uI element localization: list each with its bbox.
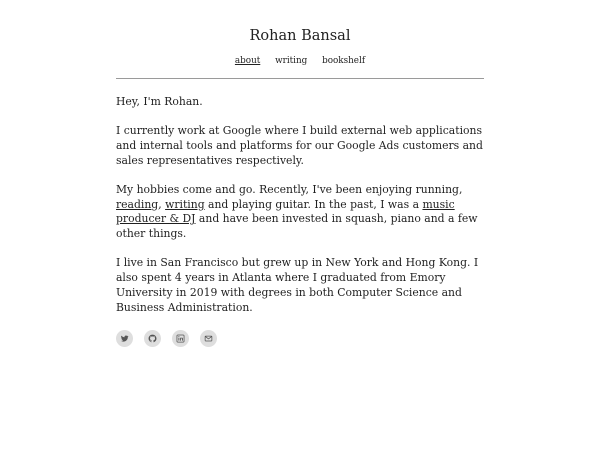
- work-paragraph: I currently work at Google where I build…: [116, 124, 483, 167]
- email-icon: [204, 334, 213, 343]
- github-link[interactable]: [144, 329, 161, 347]
- about-content: Hey, I'm Rohan. I currently work at Goog…: [116, 95, 484, 347]
- nav-bookshelf-link[interactable]: bookshelf: [322, 56, 365, 66]
- main-nav: about writing bookshelf: [116, 56, 484, 67]
- hobbies-text-1: My hobbies come and go. Recently, I've b…: [116, 183, 463, 196]
- twitter-icon: [120, 334, 129, 343]
- email-link[interactable]: [200, 329, 217, 347]
- nav-about-link[interactable]: about: [235, 56, 260, 66]
- hobbies-text-3: and playing guitar. In the past, I was a: [204, 197, 423, 211]
- greeting-paragraph: Hey, I'm Rohan.: [116, 95, 203, 108]
- header-divider: [116, 78, 484, 79]
- site-header: Rohan Bansal about writing bookshelf: [116, 27, 484, 79]
- site-title[interactable]: Rohan Bansal: [116, 27, 484, 45]
- page: Rohan Bansal about writing bookshelf Hey…: [116, 0, 484, 347]
- hobbies-paragraph: My hobbies come and go. Recently, I've b…: [116, 183, 484, 242]
- linkedin-icon: [176, 334, 185, 343]
- location-paragraph: I live in San Francisco but grew up in N…: [116, 256, 479, 314]
- twitter-link[interactable]: [116, 329, 133, 347]
- github-icon: [148, 334, 157, 343]
- reading-link[interactable]: reading: [116, 198, 158, 211]
- writing-link[interactable]: writing: [165, 198, 205, 211]
- nav-writing-link[interactable]: writing: [275, 56, 307, 66]
- social-links: [116, 329, 484, 347]
- linkedin-link[interactable]: [172, 329, 189, 347]
